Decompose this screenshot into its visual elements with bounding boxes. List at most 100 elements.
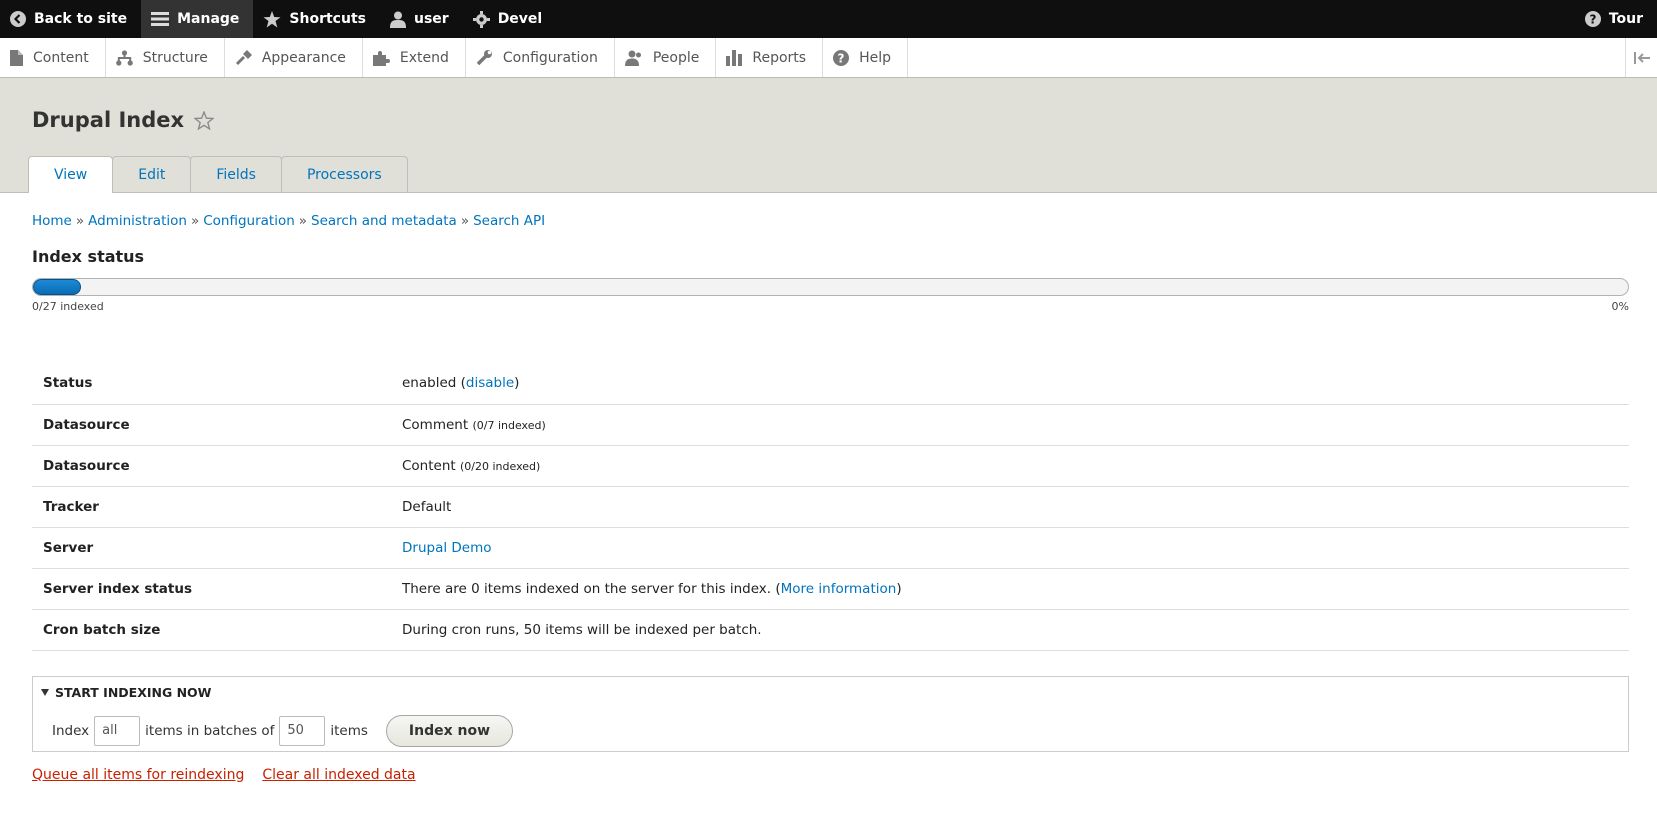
manage-tab[interactable]: Manage [141,0,254,38]
tray-item-label: Reports [752,49,807,66]
row-label: Status [32,363,402,405]
index-progress-fill [33,279,81,295]
svg-text:?: ? [1589,13,1596,27]
tray-item-structure[interactable]: Structure [106,38,225,77]
table-row: Server index status There are 0 items in… [32,568,1629,610]
items-label: items [330,722,368,739]
tour-button[interactable]: ? Tour [1575,0,1657,38]
progress-labels: 0/27 indexed 0% [32,300,1629,313]
disable-link[interactable]: disable [466,375,514,391]
cron-value: During cron runs, 50 items will be index… [402,609,1629,651]
user-icon [389,11,406,28]
admin-menu-tray: Content Structure Appearance Extend Conf… [0,38,1657,78]
index-now-button[interactable]: Index now [385,714,514,747]
menu-icon [151,12,170,26]
row-label: Server [32,527,402,569]
tab-view[interactable]: View [28,156,114,193]
tab-fields[interactable]: Fields [190,156,282,192]
row-label: Datasource [32,404,402,446]
row-value: enabled (disable) [402,363,1629,405]
queue-reindex-link[interactable]: Queue all items for reindexing [32,767,244,783]
star-outline-icon[interactable] [194,110,215,130]
breadcrumb: Home» Administration» Configuration» Search… [32,213,1625,229]
start-indexing-legend: Start indexing now [55,684,212,700]
server-link[interactable]: Drupal Demo [402,540,492,556]
page-title: Drupal Index [32,108,215,132]
tray-item-help[interactable]: ? Help [823,38,908,77]
breadcrumb-search-api[interactable]: Search API [473,213,545,229]
tray-item-label: Structure [142,49,208,66]
shortcuts-label: Shortcuts [289,11,366,27]
row-value: There are 0 items indexed on the server … [402,568,1629,610]
breadcrumb-separator: » [460,213,470,229]
tray-item-label: Appearance [261,49,346,66]
more-information-link[interactable]: More information [781,581,897,597]
batch-size-input[interactable] [279,715,326,746]
table-row: Status enabled (disable) [32,363,1629,405]
back-to-site-link[interactable]: Back to site [0,0,141,38]
triangle-down-icon [41,688,49,696]
page-title-text: Drupal Index [32,108,185,132]
datasource-note: (0/20 indexed) [460,459,541,473]
start-indexing-fieldset: Start indexing now Index items in batche… [32,675,1629,752]
breadcrumb-administration[interactable]: Administration [88,213,187,229]
devel-label: Devel [497,11,543,27]
tour-label: Tour [1608,11,1643,27]
tray-item-label: Help [859,49,891,66]
tray-item-content[interactable]: Content [0,38,106,77]
row-label: Tracker [32,486,402,528]
user-label: user [413,11,449,27]
tray-item-appearance[interactable]: Appearance [225,38,363,77]
help-circle-icon: ? [1584,11,1601,27]
shortcuts-tab[interactable]: Shortcuts [253,0,380,38]
index-progress-bar [32,278,1629,296]
datasource-note: (0/7 indexed) [472,418,546,432]
indexing-controls: Index items in batches of items Index no… [52,714,514,747]
devel-tab[interactable]: Devel [463,0,557,38]
table-row: Cron batch size During cron runs, 50 ite… [32,609,1629,651]
start-indexing-box: Start indexing now Index items in batche… [32,675,1629,752]
table-row: Datasource Content (0/20 indexed) [32,445,1629,487]
tray-item-extend[interactable]: Extend [363,38,466,77]
start-indexing-toggle[interactable]: Start indexing now [41,685,211,700]
tray-item-label: People [652,49,700,66]
datasource-value: Comment [402,416,469,433]
breadcrumb-configuration[interactable]: Configuration [203,213,295,229]
row-value: Drupal Demo [402,527,1629,569]
indexed-count: 0/27 indexed [32,300,104,313]
gear-icon [472,10,490,28]
admin-toolbar: Back to site Manage Shortcuts user Devel… [0,0,1657,38]
tab-edit[interactable]: Edit [112,156,192,192]
status-value: enabled [402,375,457,392]
row-value: Content (0/20 indexed) [402,445,1629,487]
manage-label: Manage [177,11,240,27]
star-icon [263,10,281,27]
tray-item-configuration[interactable]: Configuration [466,38,615,77]
tray-item-label: Content [33,49,89,66]
main-content: Home» Administration» Configuration» Search… [0,213,1657,783]
tab-processors[interactable]: Processors [280,156,408,192]
index-limit-input[interactable] [94,715,141,746]
tray-item-people[interactable]: People [615,38,717,77]
index-info-table: Status enabled (disable) Datasource Comm… [32,363,1629,651]
breadcrumb-search-metadata[interactable]: Search and metadata [311,213,457,229]
clear-indexed-data-link[interactable]: Clear all indexed data [262,767,415,783]
sitemap-icon [115,49,133,66]
primary-tabs: View Edit Fields Processors [28,156,408,193]
index-label: Index [52,722,90,739]
svg-text:?: ? [838,51,845,65]
row-label: Datasource [32,445,402,487]
row-value: Comment (0/7 indexed) [402,404,1629,446]
table-row: Server Drupal Demo [32,527,1629,569]
tray-orientation-toggle[interactable] [1625,38,1657,77]
breadcrumb-separator: » [190,213,200,229]
file-icon [10,49,23,66]
wrench-icon [476,49,492,65]
user-tab[interactable]: user [380,0,463,38]
tray-item-label: Configuration [502,49,598,66]
tray-item-reports[interactable]: Reports [716,38,824,77]
breadcrumb-home[interactable]: Home [32,213,72,229]
back-to-site-label: Back to site [34,11,128,27]
collapse-left-icon [1633,51,1650,64]
page-header: Drupal Index View Edit Fields Processors [0,78,1657,193]
